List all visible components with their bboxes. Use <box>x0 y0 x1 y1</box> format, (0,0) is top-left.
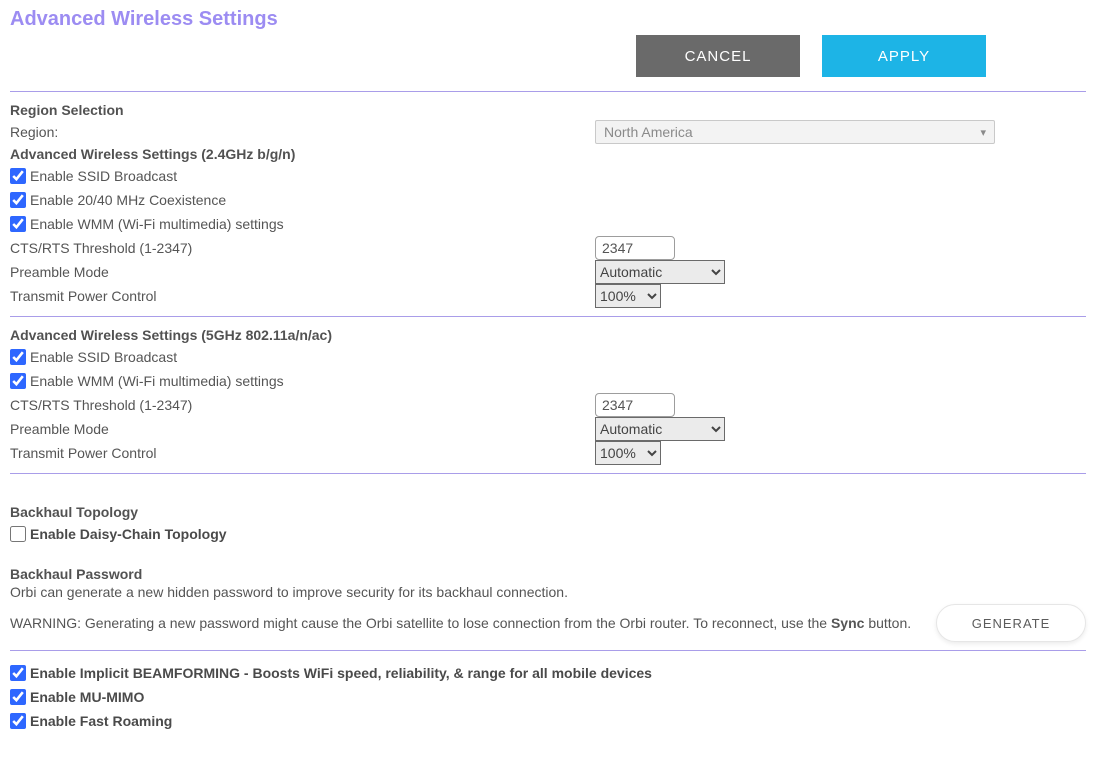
daisy-chain-label: Enable Daisy-Chain Topology <box>30 526 227 542</box>
wmm-24-label: Enable WMM (Wi-Fi multimedia) settings <box>30 216 284 232</box>
ssid-broadcast-24-label: Enable SSID Broadcast <box>30 168 177 184</box>
divider <box>10 473 1086 474</box>
apply-button[interactable]: APPLY <box>822 35 986 77</box>
power-24-select[interactable]: 100% <box>595 284 661 308</box>
cts-5-label: CTS/RTS Threshold (1-2347) <box>10 397 595 413</box>
divider <box>10 91 1086 92</box>
power-5-select[interactable]: 100% <box>595 441 661 465</box>
beamforming-label: Enable Implicit BEAMFORMING - Boosts WiF… <box>30 665 652 681</box>
region-select-value: North America <box>604 124 693 140</box>
ssid-broadcast-5-checkbox[interactable] <box>10 349 26 365</box>
backhaul-warning-text: WARNING: Generating a new password might… <box>10 615 911 631</box>
wmm-24-checkbox[interactable] <box>10 216 26 232</box>
backhaul-password-desc: Orbi can generate a new hidden password … <box>10 584 1086 600</box>
band5-heading: Advanced Wireless Settings (5GHz 802.11a… <box>10 327 1086 343</box>
divider <box>10 316 1086 317</box>
region-section-heading: Region Selection <box>10 102 1086 118</box>
backhaul-topology-heading: Backhaul Topology <box>10 504 1086 520</box>
mumimo-checkbox[interactable] <box>10 689 26 705</box>
mumimo-label: Enable MU-MIMO <box>30 689 144 705</box>
cts-24-label: CTS/RTS Threshold (1-2347) <box>10 240 595 256</box>
region-select[interactable]: North America ▾ <box>595 120 995 144</box>
preamble-5-select[interactable]: Automatic <box>595 417 725 441</box>
ssid-broadcast-24-checkbox[interactable] <box>10 168 26 184</box>
daisy-chain-checkbox[interactable] <box>10 526 26 542</box>
coexistence-24-checkbox[interactable] <box>10 192 26 208</box>
cts-5-input[interactable] <box>595 393 675 417</box>
cts-24-input[interactable] <box>595 236 675 260</box>
power-5-label: Transmit Power Control <box>10 445 595 461</box>
backhaul-password-heading: Backhaul Password <box>10 566 1086 582</box>
sync-word: Sync <box>831 615 864 631</box>
preamble-24-select[interactable]: Automatic <box>595 260 725 284</box>
preamble-5-label: Preamble Mode <box>10 421 595 437</box>
chevron-down-icon: ▾ <box>980 126 986 139</box>
fast-roaming-label: Enable Fast Roaming <box>30 713 172 729</box>
page-title: Advanced Wireless Settings <box>10 8 1086 31</box>
preamble-24-label: Preamble Mode <box>10 264 595 280</box>
power-24-label: Transmit Power Control <box>10 288 595 304</box>
cancel-button[interactable]: CANCEL <box>636 35 800 77</box>
coexistence-24-label: Enable 20/40 MHz Coexistence <box>30 192 226 208</box>
band24-heading: Advanced Wireless Settings (2.4GHz b/g/n… <box>10 146 1086 162</box>
ssid-broadcast-5-label: Enable SSID Broadcast <box>30 349 177 365</box>
wmm-5-checkbox[interactable] <box>10 373 26 389</box>
wmm-5-label: Enable WMM (Wi-Fi multimedia) settings <box>30 373 284 389</box>
action-button-bar: CANCEL APPLY <box>10 35 1086 77</box>
region-label: Region: <box>10 124 595 140</box>
generate-button[interactable]: GENERATE <box>936 604 1086 642</box>
divider <box>10 650 1086 651</box>
beamforming-checkbox[interactable] <box>10 665 26 681</box>
fast-roaming-checkbox[interactable] <box>10 713 26 729</box>
